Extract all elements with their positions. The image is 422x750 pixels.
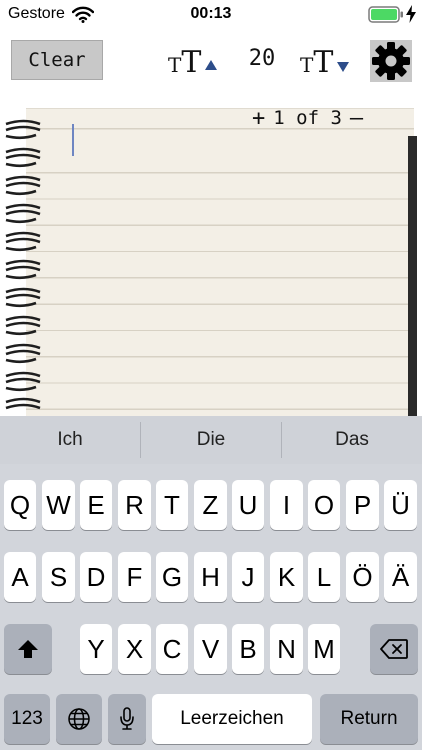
key-z[interactable]: Z [194,480,227,530]
space-key[interactable]: Leerzeichen [152,694,312,744]
key-p[interactable]: P [346,480,379,530]
return-key[interactable]: Return [320,694,418,744]
suggestion-3[interactable]: Das [282,416,422,464]
key-s[interactable]: S [42,552,75,602]
key-b[interactable]: B [232,624,264,674]
key-u-umlaut[interactable]: Ü [384,480,417,530]
key-k[interactable]: K [270,552,303,602]
key-y[interactable]: Y [80,624,112,674]
next-page-button[interactable]: + [252,106,265,131]
clock: 00:13 [190,5,232,22]
key-j[interactable]: J [232,552,264,602]
key-a[interactable]: A [4,552,36,602]
key-x[interactable]: X [118,624,151,674]
key-m[interactable]: M [308,624,340,674]
key-r[interactable]: R [118,480,151,530]
delete-key[interactable] [370,624,418,674]
clear-button[interactable]: Clear [11,40,103,80]
key-w[interactable]: W [42,480,75,530]
font-size-decrease-button[interactable]: TT [300,42,350,80]
paper-edge [408,136,417,416]
suggestion-bar: Ich Die Das [0,416,422,464]
key-i[interactable]: I [270,480,303,530]
text-size-increase-icon: TT [168,45,202,80]
toolbar: Clear TT 20 TT [0,30,422,90]
key-o-umlaut[interactable]: Ö [346,552,379,602]
shift-icon [18,640,38,658]
key-q[interactable]: Q [4,480,36,530]
key-u[interactable]: U [232,480,264,530]
text-size-decrease-icon: TT [300,45,334,80]
arrow-up-icon [205,60,218,70]
globe-key[interactable] [56,694,102,744]
status-bar: Gestore 00:13 [0,0,422,30]
microphone-icon [120,707,134,730]
key-l[interactable]: L [308,552,340,602]
suggestion-1[interactable]: Ich [0,416,140,464]
key-n[interactable]: N [270,624,303,674]
microphone-key[interactable] [108,694,146,744]
previous-page-button[interactable]: – [350,106,363,131]
key-h[interactable]: H [194,552,227,602]
key-o[interactable]: O [308,480,340,530]
key-t[interactable]: T [156,480,188,530]
key-f[interactable]: F [118,552,151,602]
font-size-increase-button[interactable]: TT [168,42,218,80]
page-indicator: + 1 of 3 – [252,106,363,131]
page-count-label: 1 of 3 [273,107,342,129]
globe-icon [68,708,90,730]
gear-icon[interactable] [370,40,412,82]
key-c[interactable]: C [156,624,188,674]
key-a-umlaut[interactable]: Ä [384,552,417,602]
key-d[interactable]: D [80,552,112,602]
text-cursor [72,124,74,156]
spiral-binding [5,119,41,410]
battery-icon [368,6,403,23]
backspace-icon [380,639,408,659]
key-e[interactable]: E [80,480,112,530]
keyboard: Ich Die Das Q W E R T Z U I O P Ü A S D … [0,416,422,750]
suggestion-2[interactable]: Die [141,416,281,464]
arrow-down-icon [337,62,350,72]
notebook-area: + 1 of 3 – [0,96,422,416]
numbers-key[interactable]: 123 [4,694,50,744]
key-v[interactable]: V [194,624,227,674]
font-size-value: 20 [248,46,276,71]
shift-key[interactable] [4,624,52,674]
charging-bolt-icon [406,5,416,23]
clear-button-label: Clear [28,49,86,71]
key-g[interactable]: G [156,552,188,602]
note-text-area[interactable] [26,108,414,416]
